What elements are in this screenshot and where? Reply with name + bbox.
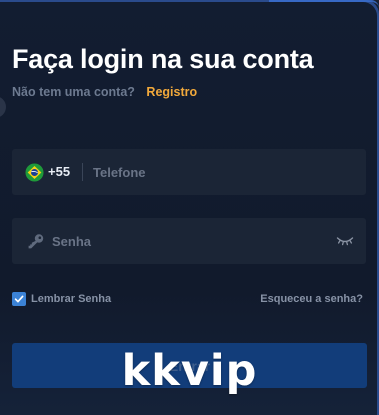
register-link[interactable]: Registro	[146, 85, 197, 99]
phone-field: +55	[12, 149, 366, 195]
remember-label[interactable]: Lembrar Senha	[31, 293, 111, 305]
register-prompt: Não tem uma conta? Registro	[12, 85, 197, 99]
forgot-password-link[interactable]: Esqueceu a senha?	[260, 293, 363, 305]
login-screen: Faça login na sua conta Não tem uma cont…	[0, 0, 379, 415]
remember-password[interactable]: Lembrar Senha	[12, 292, 111, 306]
brazil-flag-icon[interactable]	[25, 163, 44, 182]
password-field	[12, 218, 366, 264]
page-title: Faça login na sua conta	[12, 44, 314, 74]
remember-checkbox[interactable]	[12, 292, 26, 306]
country-code[interactable]: +55	[48, 164, 70, 179]
no-account-text: Não tem uma conta?	[12, 85, 135, 99]
checkmark-icon	[14, 295, 24, 303]
field-divider	[82, 163, 83, 181]
eye-closed-icon[interactable]	[336, 235, 354, 247]
password-input[interactable]	[52, 218, 322, 264]
card-border-highlight	[269, 0, 379, 8]
login-submit-button[interactable]: Entrar	[12, 343, 367, 388]
side-tab-handle	[0, 96, 6, 118]
key-icon	[28, 234, 44, 249]
login-card: Faça login na sua conta Não tem uma cont…	[0, 0, 379, 415]
phone-input[interactable]	[93, 149, 353, 195]
